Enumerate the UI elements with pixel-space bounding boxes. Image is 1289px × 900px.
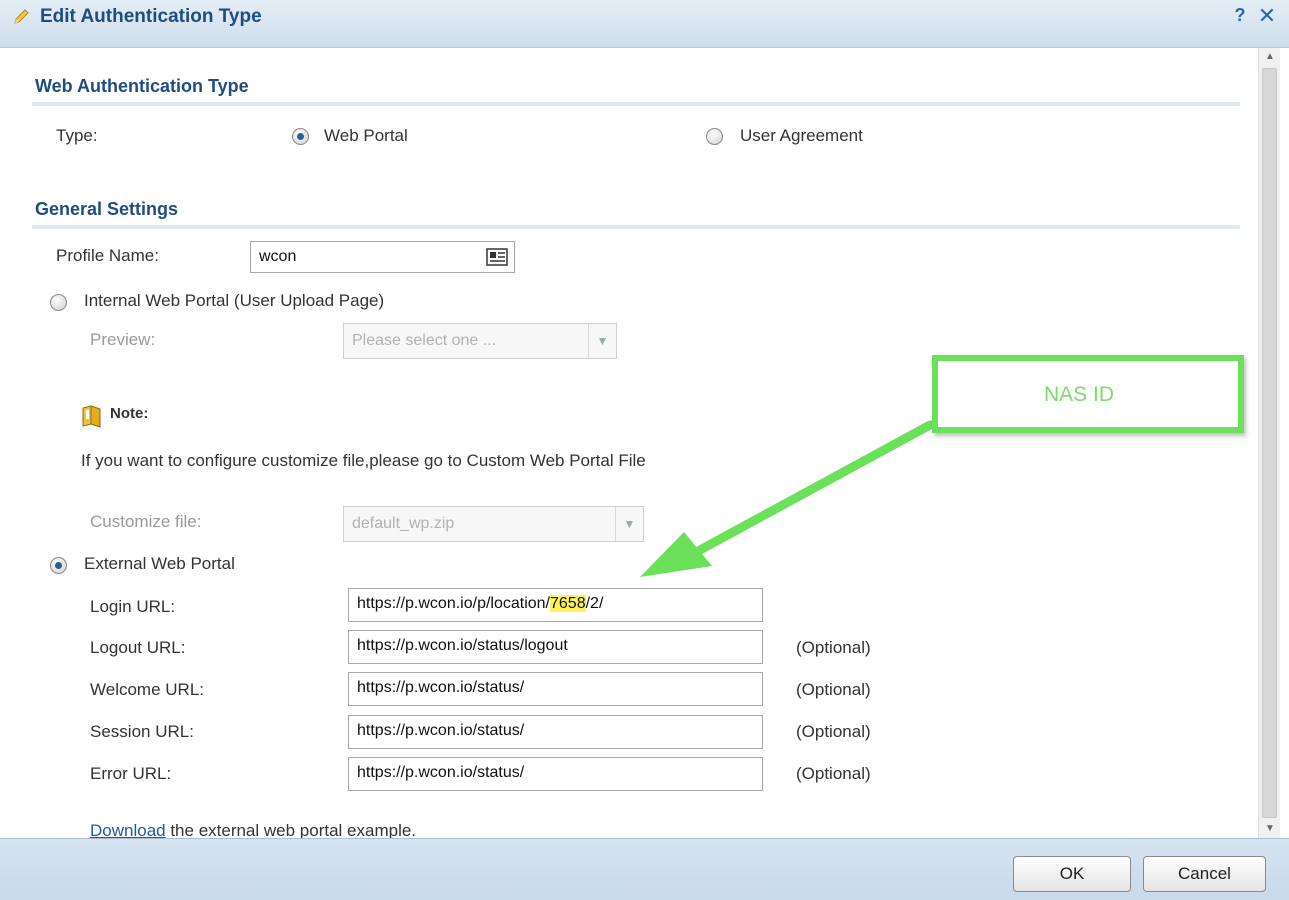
session-url-input[interactable]: https://p.wcon.io/status/: [348, 715, 763, 749]
preview-select-placeholder: Please select one ...: [352, 332, 497, 349]
user-agreement-label[interactable]: User Agreement: [740, 126, 863, 146]
preview-label: Preview:: [90, 330, 156, 349]
login-url-input[interactable]: https://p.wcon.io/p/location/7658/2/: [348, 588, 763, 622]
logout-url-input[interactable]: https://p.wcon.io/status/logout: [348, 630, 763, 664]
profile-card-icon[interactable]: [486, 248, 508, 266]
user-agreement-radio[interactable]: [706, 128, 723, 145]
login-url-label: Login URL:: [90, 597, 176, 616]
dialog-footer: OK Cancel: [0, 838, 1289, 900]
welcome-url-label: Welcome URL:: [90, 680, 204, 699]
session-url-value: https://p.wcon.io/status/: [357, 722, 525, 739]
chevron-down-icon: ▼: [615, 507, 643, 541]
nas-id-callout: NAS ID: [932, 355, 1244, 433]
logout-optional-label: (Optional): [796, 638, 871, 657]
welcome-optional-label: (Optional): [796, 680, 871, 699]
customize-file-label: Customize file:: [90, 512, 202, 531]
scroll-down-icon[interactable]: ▼: [1259, 820, 1281, 838]
error-url-value: https://p.wcon.io/status/: [357, 764, 525, 781]
session-optional-label: (Optional): [796, 722, 871, 741]
logout-url-label: Logout URL:: [90, 638, 186, 657]
profile-name-value: wcon: [259, 248, 297, 265]
general-settings-title: General Settings: [35, 199, 179, 219]
type-label: Type:: [56, 126, 98, 145]
chevron-down-icon: ▼: [588, 324, 616, 358]
section-divider: [32, 102, 1240, 106]
customize-file-select[interactable]: default_wp.zip ▼: [343, 506, 644, 542]
profile-name-label: Profile Name:: [56, 246, 159, 265]
logout-url-value: https://p.wcon.io/status/logout: [357, 637, 568, 654]
external-portal-label[interactable]: External Web Portal: [84, 554, 235, 574]
cancel-button[interactable]: Cancel: [1143, 856, 1266, 892]
error-url-label: Error URL:: [90, 764, 172, 783]
note-book-icon: [82, 405, 101, 428]
profile-name-input[interactable]: wcon: [250, 241, 515, 273]
scroll-up-icon[interactable]: ▲: [1259, 48, 1281, 66]
web-portal-label[interactable]: Web Portal: [324, 126, 408, 146]
dialog-title: Edit Authentication Type: [40, 6, 262, 27]
welcome-url-value: https://p.wcon.io/status/: [357, 679, 525, 696]
close-icon[interactable]: ✕: [1255, 3, 1279, 28]
login-url-nas-id: 7658: [550, 595, 586, 612]
external-portal-radio[interactable]: [50, 557, 67, 574]
session-url-label: Session URL:: [90, 722, 194, 741]
customize-file-value: default_wp.zip: [352, 515, 455, 532]
nas-id-label: NAS ID: [1044, 383, 1115, 406]
ok-button[interactable]: OK: [1013, 856, 1131, 892]
section-divider: [32, 225, 1240, 229]
internal-portal-radio[interactable]: [50, 294, 67, 311]
vertical-scrollbar[interactable]: ▲ ▼: [1258, 48, 1280, 838]
login-url-prefix: https://p.wcon.io/p/location/: [357, 595, 550, 612]
error-url-input[interactable]: https://p.wcon.io/status/: [348, 757, 763, 791]
note-text: If you want to configure customize file,…: [81, 451, 646, 470]
web-portal-radio[interactable]: [292, 128, 309, 145]
internal-portal-label[interactable]: Internal Web Portal (User Upload Page): [84, 291, 384, 311]
preview-select[interactable]: Please select one ... ▼: [343, 323, 617, 359]
note-title: Note:: [110, 405, 149, 422]
scroll-thumb[interactable]: [1262, 68, 1277, 818]
login-url-suffix: /2/: [585, 595, 604, 612]
dialog-titlebar: Edit Authentication Type ? ✕: [0, 0, 1289, 48]
dialog-content: Web Authentication Type Type: Web Portal…: [0, 48, 1258, 840]
edit-pencil-icon: [14, 9, 29, 24]
help-icon[interactable]: ?: [1230, 5, 1250, 27]
error-optional-label: (Optional): [796, 764, 871, 783]
welcome-url-input[interactable]: https://p.wcon.io/status/: [348, 672, 763, 706]
web-auth-section-title: Web Authentication Type: [35, 76, 249, 96]
